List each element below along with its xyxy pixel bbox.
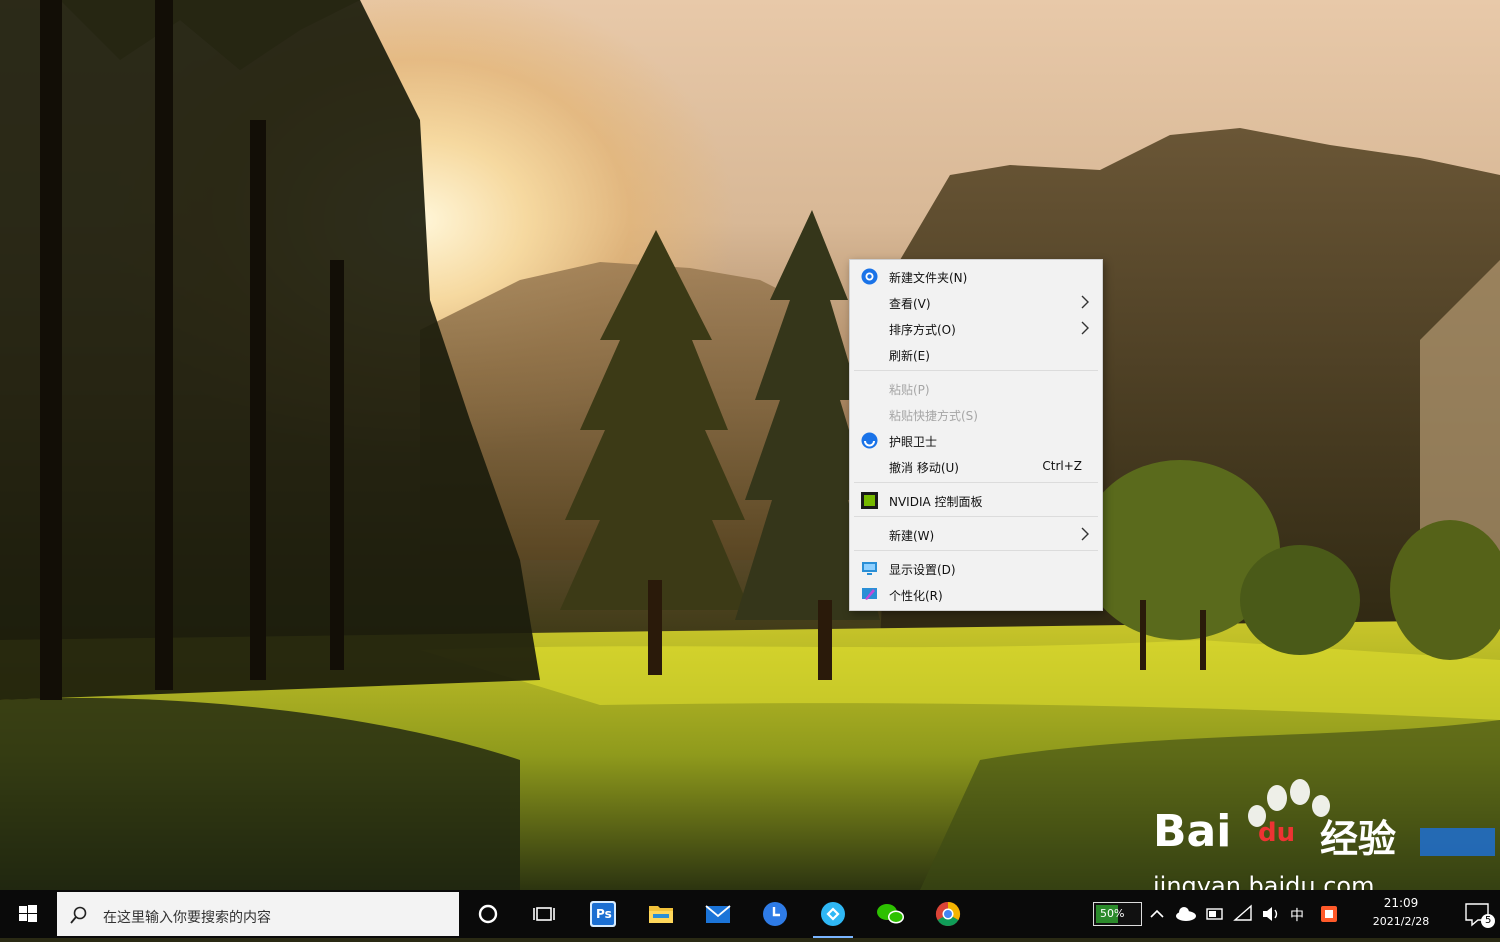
taskbar-app-wechat[interactable]	[862, 890, 918, 938]
menu-item-refresh[interactable]: 刷新(E)	[850, 342, 1102, 366]
chevron-right-icon	[1078, 293, 1092, 311]
taskbar: 在这里输入你要搜索的内容 Ps 50% 中 21:09 2021/2/28 5	[0, 890, 1500, 938]
volume-icon	[1263, 907, 1278, 921]
menu-item-label: 粘贴(P)	[889, 383, 930, 397]
watermark-paw-text: du	[1258, 818, 1296, 848]
network-icon	[1233, 904, 1252, 921]
menu-separator	[854, 482, 1098, 483]
search-icon	[69, 905, 89, 925]
notification-center-button[interactable]: 5	[1458, 890, 1500, 938]
chrome-icon	[935, 902, 961, 927]
clock-date: 2021/2/28	[1372, 915, 1430, 928]
ime-indicator[interactable]: 中	[1287, 890, 1311, 938]
volume-tray[interactable]	[1258, 890, 1284, 938]
security-app-icon	[1321, 906, 1337, 922]
menu-separator	[854, 516, 1098, 517]
menu-item-label: 显示设置(D)	[889, 563, 956, 577]
file-explorer-icon	[649, 906, 673, 923]
security-tray[interactable]	[1316, 890, 1342, 938]
chevron-right-icon	[1078, 525, 1092, 543]
taskbar-app-browser[interactable]	[805, 890, 861, 938]
taskbar-app-file-explorer[interactable]	[633, 890, 689, 938]
menu-item-label: 新建文件夹(N)	[889, 271, 968, 285]
watermark-jingyan: 经验	[1320, 817, 1397, 861]
menu-item-label: 排序方式(O)	[889, 323, 956, 337]
photoshop-label: Ps	[596, 907, 612, 921]
menu-item-label: 撤消 移动(U)	[889, 461, 959, 475]
menu-item-nvidia-control-panel[interactable]: NVIDIA 控制面板	[850, 488, 1102, 512]
power-icon	[1206, 908, 1223, 920]
menu-item-label: 查看(V)	[889, 297, 931, 311]
battery-tray[interactable]	[1202, 890, 1228, 938]
cortana-button[interactable]	[460, 890, 516, 938]
task-view-button[interactable]	[516, 890, 572, 938]
browser-icon	[821, 902, 845, 926]
shortcut-label: Ctrl+Z	[1042, 459, 1082, 473]
menu-item-label: 护眼卫士	[889, 435, 938, 449]
desktop-context-menu: 新建文件夹(N) 查看(V) 排序方式(O) 刷新(E) 粘贴(P) 粘贴快捷方…	[849, 259, 1103, 611]
taskbar-app-clock[interactable]	[747, 890, 803, 938]
network-tray[interactable]	[1230, 890, 1256, 938]
menu-item-new-folder[interactable]: 新建文件夹(N)	[850, 264, 1102, 288]
task-view-icon	[533, 907, 555, 921]
battery-percent: 50%	[1100, 907, 1125, 920]
windows-logo-icon	[19, 905, 37, 922]
ime-label: 中	[1290, 908, 1304, 924]
shield-blue-icon	[861, 268, 878, 285]
search-placeholder: 在这里输入你要搜索的内容	[103, 910, 271, 926]
nvidia-icon	[861, 492, 878, 509]
notification-icon	[1465, 903, 1495, 928]
menu-separator	[854, 370, 1098, 371]
display-icon	[861, 560, 878, 577]
wechat-icon	[877, 904, 904, 924]
chevron-right-icon	[1078, 319, 1092, 337]
watermark-brand: Bai	[1153, 806, 1232, 857]
menu-item-label: 个性化(R)	[889, 589, 943, 603]
shield-blue-icon	[861, 432, 878, 449]
clock-time: 21:09	[1383, 896, 1419, 910]
notification-badge: 5	[1485, 915, 1492, 926]
menu-item-label: 刷新(E)	[889, 349, 930, 363]
taskbar-app-photoshop[interactable]: Ps	[575, 890, 631, 938]
taskbar-app-chrome[interactable]	[920, 890, 976, 938]
onedrive-tray[interactable]	[1172, 890, 1200, 938]
menu-item-display-settings[interactable]: 显示设置(D)	[850, 556, 1102, 580]
menu-item-paste: 粘贴(P)	[850, 376, 1102, 400]
menu-item-label: 粘贴快捷方式(S)	[889, 409, 978, 423]
taskbar-app-mail[interactable]	[690, 890, 746, 938]
menu-item-view[interactable]: 查看(V)	[850, 290, 1102, 314]
personalize-icon	[861, 586, 878, 603]
battery-indicator[interactable]: 50%	[1093, 902, 1142, 926]
menu-separator	[854, 550, 1098, 551]
taskbar-search-box[interactable]: 在这里输入你要搜索的内容	[57, 892, 459, 936]
menu-item-new[interactable]: 新建(W)	[850, 522, 1102, 546]
menu-item-label: 新建(W)	[889, 529, 935, 543]
show-hidden-icons-button[interactable]	[1146, 890, 1168, 938]
desktop-wallpaper	[0, 0, 1500, 890]
start-button[interactable]	[0, 890, 56, 938]
mail-icon	[705, 905, 731, 923]
menu-item-personalize[interactable]: 个性化(R)	[850, 582, 1102, 606]
taskbar-clock[interactable]: 21:09 2021/2/28	[1345, 896, 1457, 928]
clock-app-icon	[763, 902, 787, 926]
menu-item-sort-by[interactable]: 排序方式(O)	[850, 316, 1102, 340]
menu-item-undo-move[interactable]: 撤消 移动(U) Ctrl+Z	[850, 454, 1102, 478]
menu-item-label: NVIDIA 控制面板	[889, 495, 983, 509]
landscape-illustration	[0, 0, 1500, 890]
menu-item-eye-guard[interactable]: 护眼卫士	[850, 428, 1102, 452]
chevron-up-icon	[1150, 909, 1164, 918]
cloud-icon	[1176, 907, 1196, 921]
cortana-icon	[478, 904, 498, 924]
menu-item-paste-shortcut: 粘贴快捷方式(S)	[850, 402, 1102, 426]
